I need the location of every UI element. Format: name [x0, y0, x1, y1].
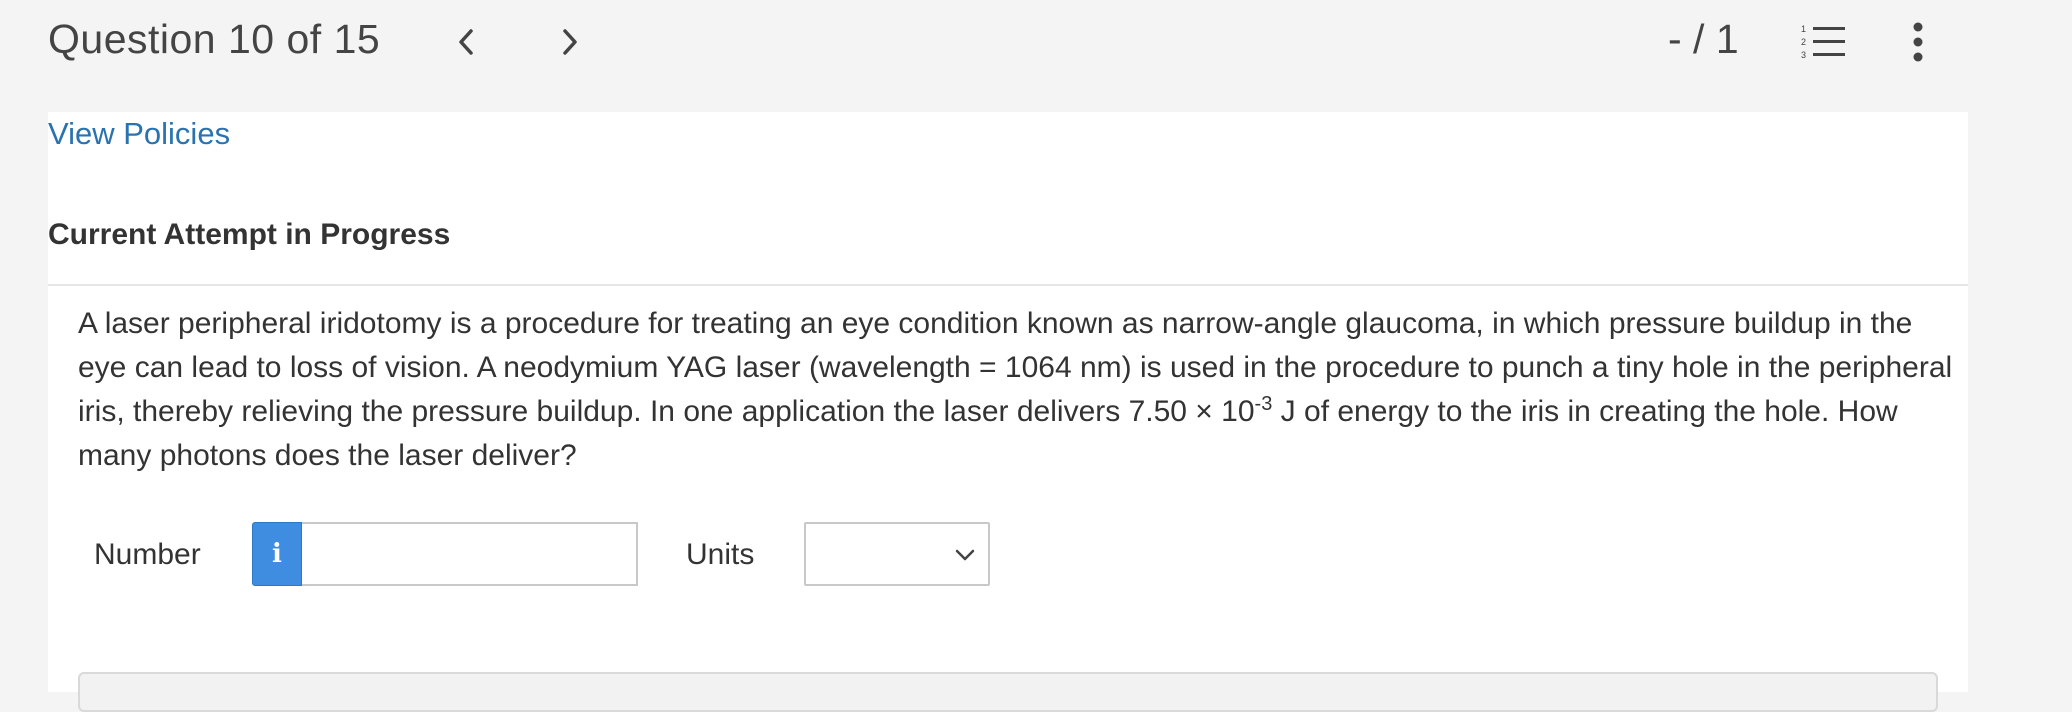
svg-text:3: 3 [1801, 50, 1806, 60]
question-header: Question 10 of 15 - / 1 1 2 3 [0, 0, 2072, 112]
attempt-heading: Current Attempt in Progress [48, 218, 451, 251]
chevron-down-icon [955, 549, 975, 561]
units-select[interactable] [804, 522, 990, 586]
chevron-left-icon [459, 29, 473, 55]
feedback-box [78, 672, 1938, 712]
numbered-list-icon: 1 2 3 [1801, 24, 1845, 60]
more-options-button[interactable] [1906, 20, 1930, 64]
divider [48, 284, 1968, 286]
info-button[interactable]: i [252, 522, 302, 586]
question-panel: View Policies Current Attempt in Progres… [48, 112, 1968, 712]
chevron-right-icon [563, 29, 577, 55]
number-label: Number [94, 538, 201, 571]
next-question-button[interactable] [550, 22, 590, 62]
question-counter: Question 10 of 15 [48, 16, 381, 62]
question-text: A laser peripheral iridotomy is a proced… [78, 302, 1958, 478]
svg-text:2: 2 [1801, 37, 1806, 47]
question-list-button[interactable]: 1 2 3 [1800, 22, 1846, 62]
view-policies-link[interactable]: View Policies [48, 112, 230, 162]
energy-exponent: -3 [1254, 393, 1273, 415]
number-input[interactable] [302, 522, 638, 586]
svg-text:1: 1 [1801, 24, 1806, 34]
more-vertical-icon [1913, 22, 1923, 62]
score-display: - / 1 [1668, 16, 1739, 62]
info-icon: i [272, 539, 282, 569]
previous-question-button[interactable] [446, 22, 486, 62]
units-label: Units [686, 538, 755, 571]
